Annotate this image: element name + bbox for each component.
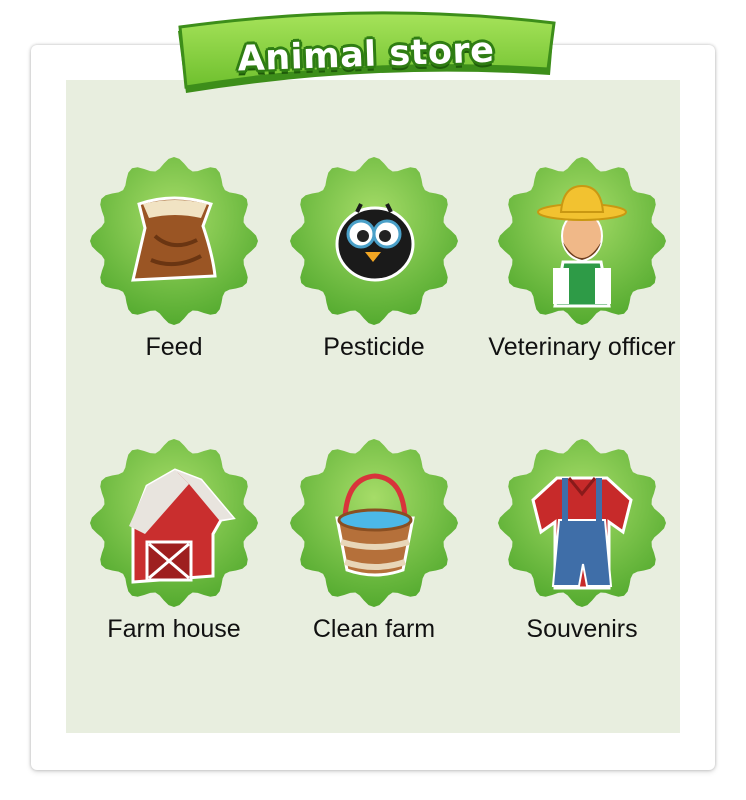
store-item-pesticide[interactable]: Pesticide <box>274 156 474 361</box>
badge-background <box>498 157 666 325</box>
item-label: Farm house <box>107 615 241 643</box>
item-label: Clean farm <box>312 615 436 643</box>
title-banner: Animal store <box>170 5 562 103</box>
item-label: Pesticide <box>323 333 425 361</box>
badge-background <box>290 157 458 325</box>
store-item-veterinary-officer[interactable]: Veterinary officer <box>482 156 682 361</box>
page-title: Animal store <box>236 30 496 80</box>
store-item-farm-house[interactable]: Farm house <box>74 438 274 643</box>
badge-background <box>90 157 258 325</box>
feed-sack-icon <box>131 196 217 282</box>
store-item-feed[interactable]: Feed <box>74 156 274 361</box>
store-item-souvenirs[interactable]: Souvenirs <box>482 438 682 643</box>
item-label: Veterinary officer <box>488 333 676 361</box>
store-item-clean-farm[interactable]: Clean farm <box>274 438 474 643</box>
badge-background <box>90 439 258 607</box>
badge-background <box>290 439 458 607</box>
badge-background <box>498 439 666 607</box>
item-label: Souvenirs <box>526 615 638 643</box>
item-label: Feed <box>145 333 203 361</box>
